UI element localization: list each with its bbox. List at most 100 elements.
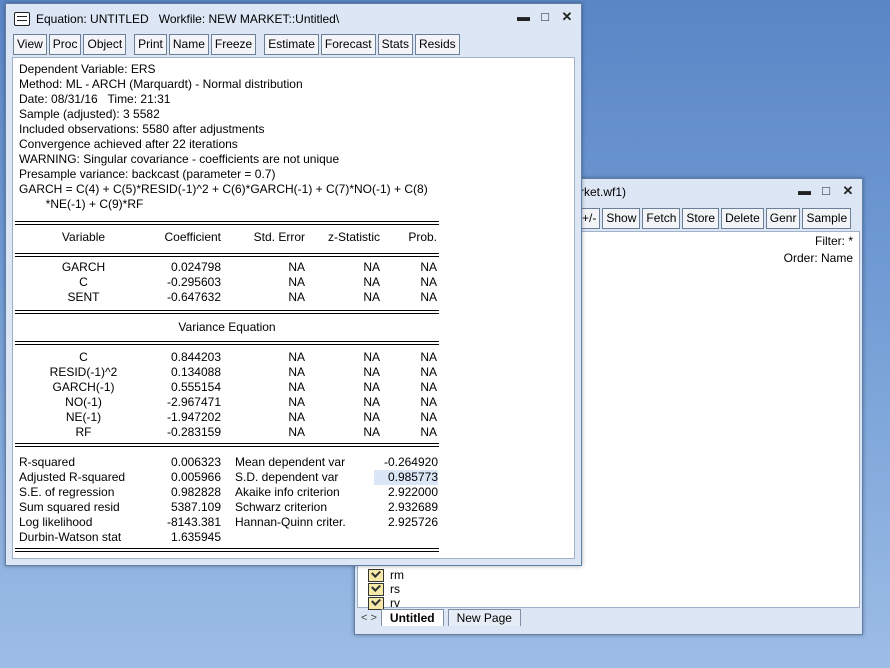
- tab-new-page[interactable]: New Page: [447, 609, 521, 626]
- equation-toolbar: View Proc Object Print Name Freeze Estimate For…: [13, 34, 460, 55]
- filter-label[interactable]: Filter: *: [815, 234, 853, 249]
- toolbar-button-resids[interactable]: Resids: [414, 34, 460, 55]
- maximize-icon[interactable]: □: [539, 10, 551, 24]
- table-rule: [15, 256, 439, 257]
- mean-row-cell: NA: [363, 275, 380, 289]
- toolbar-button-freeze[interactable]: Freeze: [210, 34, 257, 55]
- workfile-object-rs[interactable]: rs: [368, 582, 400, 596]
- toolbar-button-name[interactable]: Name: [168, 34, 209, 55]
- column-header-cell: z-Statistic: [327, 230, 380, 244]
- table-rule: [15, 344, 439, 345]
- stat-value: 2.925726: [387, 515, 438, 529]
- minimize-icon[interactable]: ▬: [798, 184, 811, 198]
- workfile-tabbar: < > Untitled New Page: [361, 609, 521, 626]
- mean-row-cell: NA: [420, 260, 437, 274]
- variance-row-cell: NA: [420, 425, 437, 439]
- header-line: WARNING: Singular covariance - coefficie…: [19, 152, 340, 166]
- variance-row-cell: NA: [288, 365, 305, 379]
- equation-title: Equation: UNTITLED Workfile: NEW MARKET:…: [36, 12, 340, 26]
- workfile-object-rv[interactable]: rv: [368, 596, 400, 610]
- mean-row-cell: -0.295603: [166, 275, 221, 289]
- workfile-object-label: rm: [390, 568, 404, 582]
- variance-equation-title: Variance Equation: [178, 320, 276, 334]
- variance-row-cell: 0.844203: [170, 350, 221, 364]
- workfile-button-show[interactable]: Show: [602, 208, 641, 229]
- variance-row-cell: NA: [288, 380, 305, 394]
- column-header-cell: Prob.: [408, 230, 437, 244]
- table-rule: [15, 253, 439, 254]
- toolbar-button-forecast[interactable]: Forecast: [320, 34, 376, 55]
- maximize-icon[interactable]: □: [820, 184, 832, 198]
- workfile-object-rm[interactable]: rm: [368, 568, 404, 582]
- stat-value: -8143.381: [166, 515, 221, 529]
- series-icon: [368, 568, 384, 582]
- mean-row-cell: NA: [288, 260, 305, 274]
- stat-label: Log likelihood: [19, 515, 93, 529]
- variance-row-cell: NA: [363, 410, 380, 424]
- workfile-object-label: rv: [390, 596, 400, 610]
- stat-label: Mean dependent var: [235, 455, 346, 469]
- header-line: *NE(-1) + C(9)*RF: [19, 197, 144, 211]
- close-icon[interactable]: ✕: [842, 184, 854, 198]
- workfile-button-genr[interactable]: Genr: [765, 208, 801, 229]
- stat-value: 2.922000: [387, 485, 438, 499]
- stat-value: 2.932689: [387, 500, 438, 514]
- stat-label: Durbin-Watson stat: [19, 530, 122, 544]
- variance-row-cell: NA: [420, 365, 437, 379]
- header-line: Method: ML - ARCH (Marquardt) - Normal d…: [19, 77, 303, 91]
- workfile-button-sample[interactable]: Sample: [802, 208, 852, 229]
- minimize-icon[interactable]: ▬: [517, 10, 530, 24]
- toolbar-button-estimate[interactable]: Estimate: [264, 34, 319, 55]
- variance-row-cell: NA: [363, 425, 380, 439]
- table-rule: [15, 221, 439, 222]
- stat-value: 0.005966: [170, 470, 221, 484]
- toolbar-button-stats[interactable]: Stats: [377, 34, 413, 55]
- table-rule: [15, 224, 439, 225]
- equation-titlebar[interactable]: Equation: UNTITLED Workfile: NEW MARKET:…: [6, 4, 581, 34]
- variance-row-cell: NA: [420, 410, 437, 424]
- stat-label: Schwarz criterion: [235, 500, 328, 514]
- workfile-button-fetch[interactable]: Fetch: [642, 208, 681, 229]
- header-line: Included observations: 5580 after adjust…: [19, 122, 265, 136]
- stat-label: Akaike info criterion: [235, 485, 340, 499]
- variance-row-cell: NA: [288, 410, 305, 424]
- mean-row-cell: NA: [363, 260, 380, 274]
- variance-row-cell: 0.134088: [170, 365, 221, 379]
- estimation-output: Dependent Variable: ERS Method: ML - ARCH…: [12, 57, 575, 559]
- stat-label: S.D. dependent var: [235, 470, 339, 484]
- close-icon[interactable]: ✕: [561, 10, 573, 24]
- stat-label: Hannan-Quinn criter.: [235, 515, 346, 529]
- variance-row-cell: NA: [363, 365, 380, 379]
- toolbar-button-view[interactable]: View: [13, 34, 47, 55]
- variance-row-cell: -2.967471: [166, 395, 221, 409]
- toolbar-button-proc[interactable]: Proc: [48, 34, 82, 55]
- toolbar-button-object[interactable]: Object: [83, 34, 127, 55]
- mean-row-cell: NA: [288, 275, 305, 289]
- tab-scroll-arrows[interactable]: < >: [361, 612, 377, 624]
- table-rule: [15, 310, 439, 311]
- stat-value: 0.006323: [170, 455, 221, 469]
- toolbar-gap: [128, 34, 132, 55]
- tab-untitled[interactable]: Untitled: [380, 609, 444, 626]
- table-rule: [15, 341, 439, 342]
- table-rule: [15, 551, 439, 552]
- mean-row-cell: NA: [420, 290, 437, 304]
- stat-value: 0.982828: [170, 485, 221, 499]
- variance-row-cell: NA: [288, 395, 305, 409]
- column-header-cell: Std. Error: [253, 230, 305, 244]
- toolbar-gap: [258, 34, 262, 55]
- variance-row-cell: 0.555154: [170, 380, 221, 394]
- header-line: GARCH = C(4) + C(5)*RESID(-1)^2 + C(6)*G…: [19, 182, 428, 196]
- equation-window: Equation: UNTITLED Workfile: NEW MARKET:…: [5, 3, 582, 566]
- table-rule: [15, 548, 439, 549]
- mean-row-cell: NA: [420, 275, 437, 289]
- column-header-cell: Coefficient: [164, 230, 221, 244]
- order-label[interactable]: Order: Name: [784, 251, 853, 266]
- toolbar-button-print[interactable]: Print: [134, 34, 167, 55]
- stat-label: R-squared: [19, 455, 76, 469]
- table-rule: [15, 446, 439, 447]
- workfile-button-store[interactable]: Store: [682, 208, 720, 229]
- workfile-button-delete[interactable]: Delete: [721, 208, 764, 229]
- mean-row-cell: -0.647632: [166, 290, 221, 304]
- variance-row-cell: NA: [420, 350, 437, 364]
